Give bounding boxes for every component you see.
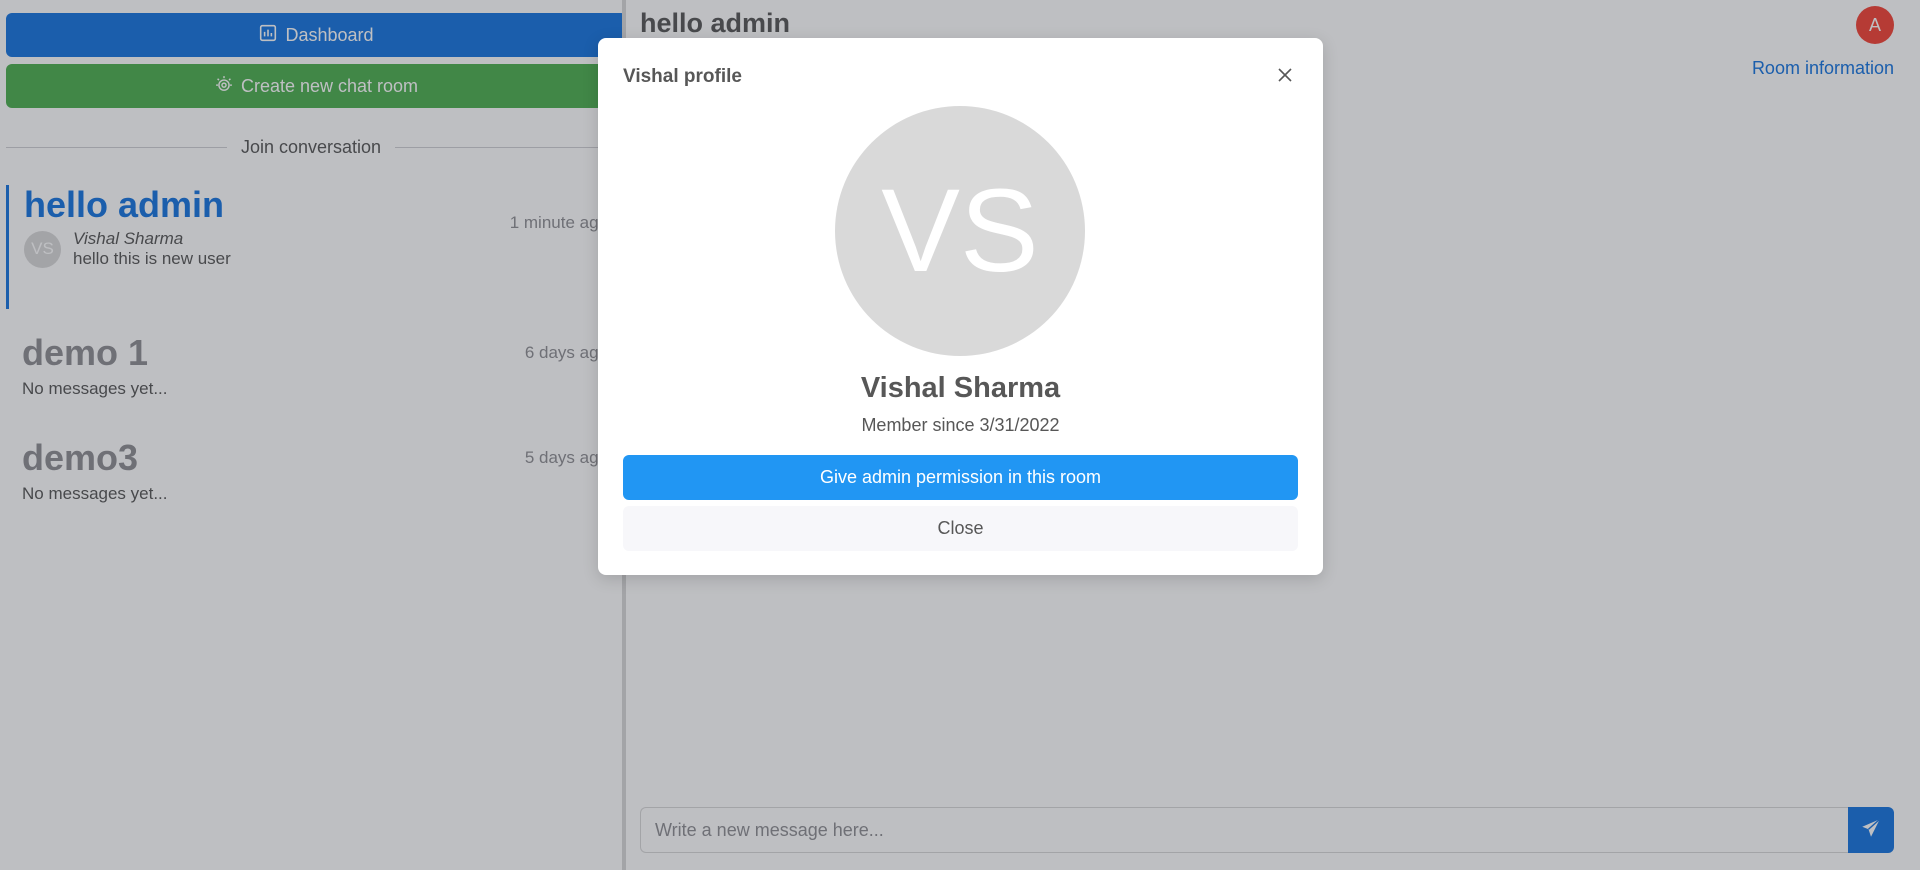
profile-modal: Vishal profile VS Vishal Sharma Member s… — [598, 38, 1323, 575]
member-since: Member since 3/31/2022 — [861, 415, 1060, 435]
profile-name: Vishal Sharma — [860, 372, 1061, 404]
modal-close-button[interactable] — [1272, 64, 1298, 90]
close-icon — [1278, 67, 1292, 87]
modal-title: Vishal profile — [623, 66, 742, 87]
give-admin-permission-button[interactable]: Give admin permission in this room — [623, 455, 1298, 500]
close-button[interactable]: Close — [623, 506, 1298, 551]
profile-avatar: VS — [835, 106, 1085, 356]
